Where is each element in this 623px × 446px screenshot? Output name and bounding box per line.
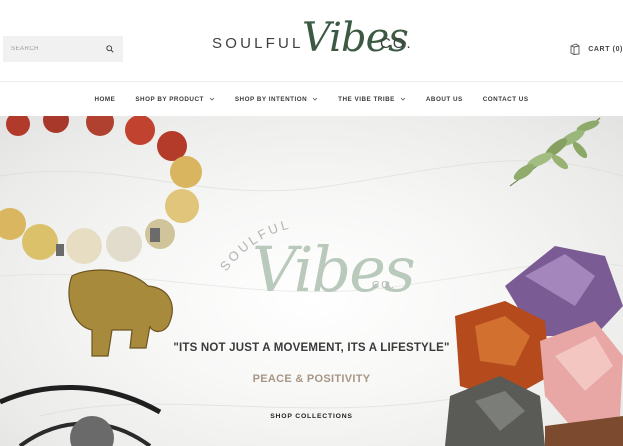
search-icon[interactable] [106, 45, 114, 53]
main-nav: HOME SHOP BY PRODUCT SHOP BY INTENTION T… [0, 89, 623, 109]
hero-logo-word-co: CO. [372, 280, 396, 291]
chevron-down-icon [209, 97, 215, 101]
logo-word-soulful: SOULFUL [212, 35, 304, 52]
site-logo[interactable]: SOULFUL Vibes CO. [212, 14, 422, 74]
nav-item-label: SHOP BY INTENTION [234, 95, 308, 103]
cart-icon [570, 43, 580, 55]
shop-collections-button[interactable]: SHOP COLLECTIONS [255, 408, 368, 426]
search-box[interactable] [3, 36, 123, 62]
crystals-image [445, 246, 623, 446]
nav-item-label: ABOUT US [425, 95, 463, 103]
hero-quote: "ITS NOT JUST A MOVEMENT, ITS A LIFESTYL… [173, 342, 450, 354]
nav-item-home[interactable]: HOME [94, 96, 115, 103]
nav-item-label: HOME [94, 95, 116, 103]
cart-link[interactable]: CART (0) [570, 43, 623, 55]
chevron-down-icon [400, 97, 406, 101]
nav-item-label: THE VIBE TRIBE [338, 95, 395, 103]
chevron-down-icon [312, 97, 318, 101]
hero-banner: SOULFUL Vibes CO. "ITS NOT JUST A MOVEME… [0, 116, 623, 446]
cart-label: CART (0) [588, 45, 623, 53]
leaf-sprig-image [509, 117, 601, 187]
nav-item-contact-us[interactable]: CONTACT US [483, 96, 529, 103]
nav-item-about-us[interactable]: ABOUT US [426, 96, 463, 103]
hero-logo: SOULFUL Vibes CO. [218, 216, 416, 326]
bracelet-image [0, 116, 202, 446]
nav-item-shop-by-product[interactable]: SHOP BY PRODUCT [135, 96, 215, 103]
hero-logo-word-vibes: Vibes [252, 233, 416, 306]
nav-item-label: CONTACT US [482, 95, 529, 103]
search-input[interactable] [11, 46, 101, 52]
nav-item-label: SHOP BY PRODUCT [135, 95, 204, 103]
site-header: SOULFUL Vibes CO. CART (0) [0, 0, 623, 82]
logo-word-co: CO. [380, 35, 413, 52]
nav-item-the-vibe-tribe[interactable]: THE VIBE TRIBE [338, 96, 406, 103]
nav-item-shop-by-intention[interactable]: SHOP BY INTENTION [235, 96, 318, 103]
hero-tagline: PEACE & POSITIVITY [252, 373, 371, 385]
